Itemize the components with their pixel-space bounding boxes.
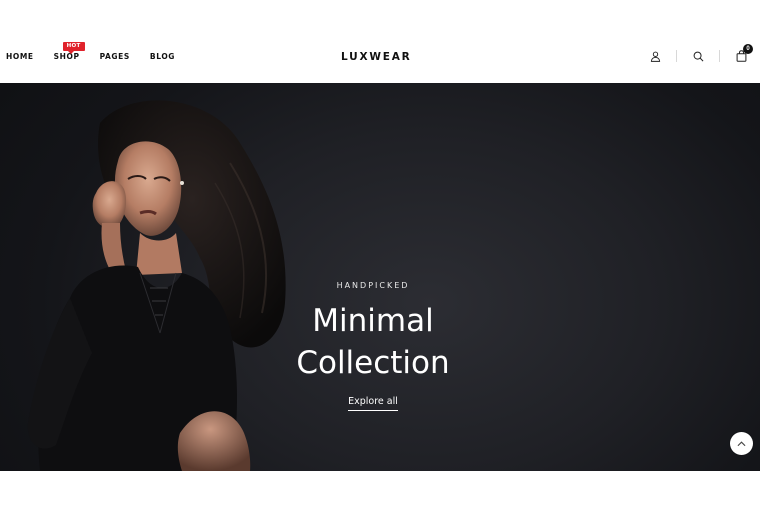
nav-pages-link[interactable]: PAGES — [100, 52, 130, 61]
divider — [676, 50, 677, 62]
hero-model-image — [27, 100, 286, 471]
cart-count-badge: 0 — [743, 44, 753, 54]
hero-headline-line1: Minimal — [312, 303, 434, 339]
hot-badge: HOT — [62, 42, 85, 54]
hero-banner: HANDPICKED Minimal Collection Explore al… — [0, 83, 760, 471]
divider — [719, 50, 720, 62]
explore-all-link[interactable]: Explore all — [348, 396, 398, 411]
chevron-up-icon — [737, 440, 746, 446]
shopping-bag-icon[interactable]: 0 — [734, 44, 753, 63]
header-actions: 0 — [648, 44, 753, 63]
nav-blog-link[interactable]: BLOG — [150, 52, 175, 61]
site-logo[interactable]: LUXWEAR — [341, 51, 412, 63]
scroll-to-top-button[interactable] — [730, 432, 753, 455]
hero-headline: Minimal Collection — [200, 300, 546, 384]
hero-text-block: HANDPICKED Minimal Collection Explore al… — [200, 281, 546, 411]
bottom-strip — [0, 471, 760, 506]
search-icon[interactable] — [691, 49, 705, 63]
nav-shop-label: SHOP — [53, 52, 80, 61]
user-icon[interactable] — [648, 49, 662, 63]
main-nav: HOME SHOP HOT PAGES BLOG — [6, 42, 175, 61]
nav-home-link[interactable]: HOME — [6, 52, 34, 61]
nav-shop-link[interactable]: SHOP HOT — [53, 42, 85, 61]
hero-kicker: HANDPICKED — [336, 281, 410, 290]
hero-headline-line2: Collection — [296, 345, 450, 381]
site-header: HOME SHOP HOT PAGES BLOG LUXWEAR 0 — [0, 0, 760, 83]
